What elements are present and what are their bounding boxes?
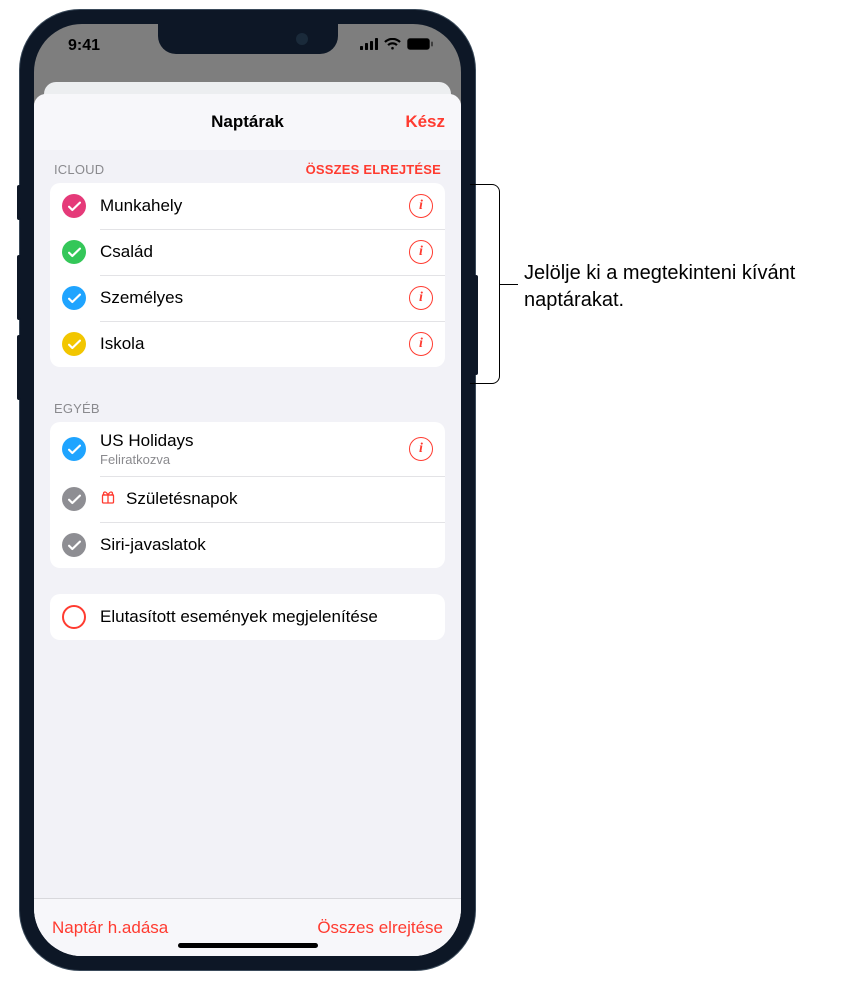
section-header-other: EGYÉB — [50, 393, 445, 422]
callout-line — [500, 284, 518, 285]
calendar-row-personal[interactable]: Személyes i — [50, 275, 445, 321]
checkmark-icon — [62, 194, 86, 218]
calendar-label: Család — [100, 242, 395, 262]
cellular-icon — [360, 37, 378, 55]
checkmark-icon — [62, 240, 86, 264]
checkmark-icon — [62, 533, 86, 557]
declined-group: Elutasított események megjelenítése — [50, 594, 445, 640]
calendar-row-work[interactable]: Munkahely i — [50, 183, 445, 229]
info-icon[interactable]: i — [409, 194, 433, 218]
section-label: ICLOUD — [54, 162, 104, 177]
calendar-label: Siri-javaslatok — [100, 535, 433, 555]
calendar-label: Születésnapok — [126, 489, 433, 509]
checkmark-icon — [62, 286, 86, 310]
calendar-sublabel: Feliratkozva — [100, 452, 395, 467]
screen: 9:41 Naptárak Kész — [34, 24, 461, 956]
battery-icon — [407, 37, 433, 55]
section-label: EGYÉB — [54, 401, 100, 416]
done-button[interactable]: Kész — [405, 112, 445, 132]
hide-all-button[interactable]: Összes elrejtése — [317, 918, 443, 938]
other-group: US Holidays Feliratkozva i Születésnapok — [50, 422, 445, 568]
checkmark-icon — [62, 487, 86, 511]
hide-all-icloud-button[interactable]: ÖSSZES ELREJTÉSE — [306, 162, 441, 177]
checkmark-icon — [62, 332, 86, 356]
callout-bracket — [470, 184, 500, 384]
callout-text: Jelölje ki a megtekinteni kívánt naptára… — [524, 260, 830, 314]
side-button-mute — [17, 185, 21, 220]
checkmark-icon — [62, 437, 86, 461]
status-time: 9:41 — [68, 37, 100, 55]
calendar-label: US Holidays — [100, 431, 395, 451]
calendar-row-family[interactable]: Család i — [50, 229, 445, 275]
add-calendar-button[interactable]: Naptár h.adása — [52, 918, 168, 938]
calendar-row-school[interactable]: Iskola i — [50, 321, 445, 367]
notch — [158, 24, 338, 54]
info-icon[interactable]: i — [409, 286, 433, 310]
info-icon[interactable]: i — [409, 332, 433, 356]
info-icon[interactable]: i — [409, 437, 433, 461]
calendar-row-birthdays[interactable]: Születésnapok — [50, 476, 445, 522]
calendar-label: Munkahely — [100, 196, 395, 216]
wifi-icon — [384, 37, 401, 55]
side-button-vol-down — [17, 335, 21, 400]
empty-circle-icon — [62, 605, 86, 629]
calendar-row-siri[interactable]: Siri-javaslatok — [50, 522, 445, 568]
calendar-row-holidays[interactable]: US Holidays Feliratkozva i — [50, 422, 445, 476]
calendar-label: Személyes — [100, 288, 395, 308]
calendar-label: Iskola — [100, 334, 395, 354]
phone-frame: 9:41 Naptárak Kész — [20, 10, 475, 970]
section-header-icloud: ICLOUD ÖSSZES ELREJTÉSE — [50, 154, 445, 183]
info-icon[interactable]: i — [409, 240, 433, 264]
gift-icon — [100, 489, 116, 510]
icloud-group: Munkahely i Család i Szemé — [50, 183, 445, 367]
side-button-vol-up — [17, 255, 21, 320]
sheet-header: Naptárak Kész — [34, 94, 461, 150]
sheet-title: Naptárak — [211, 112, 284, 132]
sheet-content: ICLOUD ÖSSZES ELREJTÉSE Munkahely i — [34, 150, 461, 898]
show-declined-label: Elutasított események megjelenítése — [100, 607, 433, 627]
home-indicator — [178, 943, 318, 948]
show-declined-row[interactable]: Elutasított események megjelenítése — [50, 594, 445, 640]
calendars-sheet: Naptárak Kész ICLOUD ÖSSZES ELREJTÉSE Mu… — [34, 94, 461, 956]
